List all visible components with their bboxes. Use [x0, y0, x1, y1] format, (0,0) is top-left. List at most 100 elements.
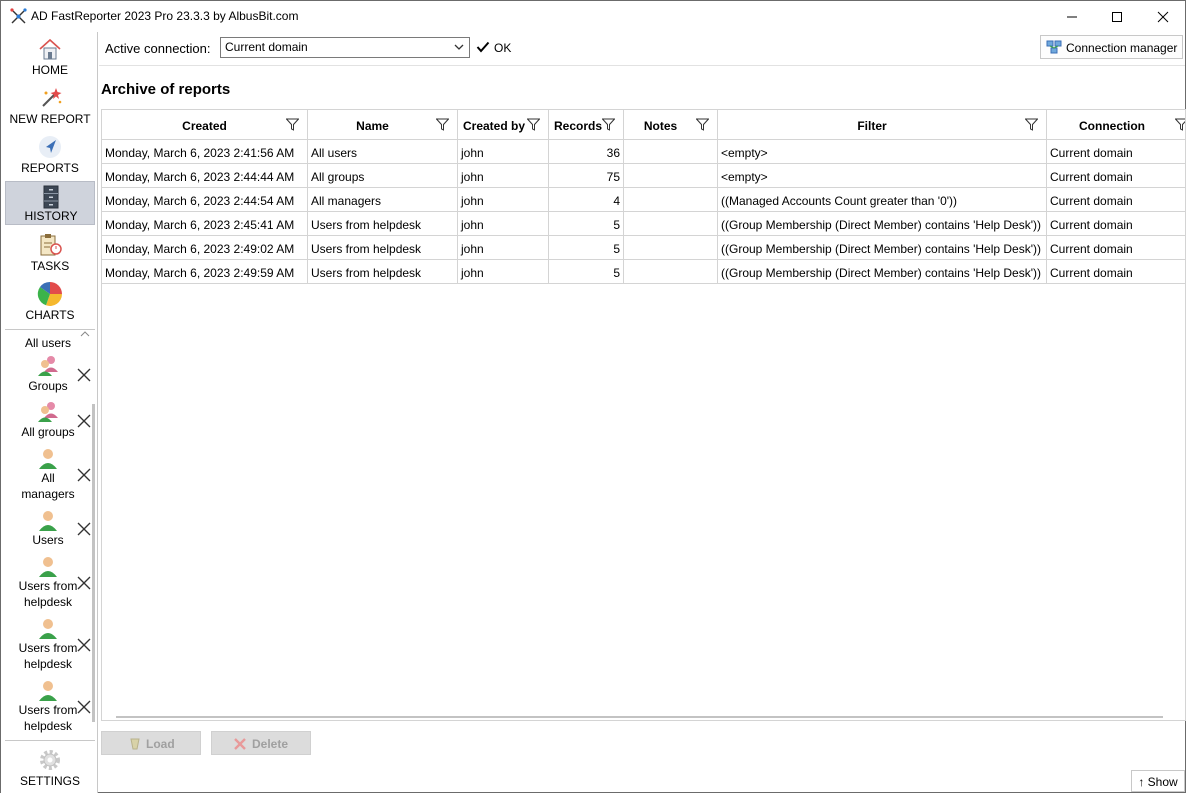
connection-selected-value: Current domain: [225, 40, 308, 54]
nav-settings[interactable]: SETTINGS: [5, 745, 95, 789]
close-report-icon[interactable]: [77, 576, 91, 590]
cell-created: Monday, March 6, 2023 2:41:56 AM: [102, 140, 308, 164]
open-reports-scrollbar[interactable]: [92, 404, 95, 722]
user-icon: [39, 619, 57, 639]
close-report-icon[interactable]: [77, 638, 91, 652]
open-report-label: All users: [24, 336, 71, 350]
cell-connection: Current domain: [1047, 236, 1185, 260]
nav-tasks[interactable]: TASKS: [5, 230, 95, 274]
close-report-icon[interactable]: [77, 368, 91, 382]
app-logo-icon: [10, 8, 27, 24]
cell-created-by: john: [458, 212, 549, 236]
filter-icon[interactable]: [436, 118, 449, 131]
sidebar-divider: [5, 740, 95, 741]
load-button[interactable]: Load: [101, 731, 201, 755]
user-icon: [39, 557, 57, 577]
column-header-filter[interactable]: Filter: [718, 110, 1047, 140]
chevron-up-icon[interactable]: [80, 331, 90, 337]
nav-charts-label: CHARTS: [25, 308, 75, 322]
page-title: Archive of reports: [101, 81, 231, 98]
cell-filter: ((Managed Accounts Count greater than '0…: [718, 188, 1047, 212]
minimize-button[interactable]: [1049, 1, 1095, 32]
app-window: AD FastReporter 2023 Pro 23.3.3 by Albus…: [0, 0, 1186, 793]
cell-connection: Current domain: [1047, 260, 1185, 284]
cell-name: All managers: [308, 188, 458, 212]
clipboard-clock-icon: [40, 234, 62, 256]
connection-manager-button[interactable]: Connection manager: [1040, 35, 1183, 59]
filter-icon[interactable]: [696, 118, 709, 131]
column-header-records[interactable]: Records: [549, 110, 624, 140]
cell-name: Users from helpdesk: [308, 212, 458, 236]
filter-icon[interactable]: [286, 118, 299, 131]
user-icon: [39, 449, 57, 469]
horizontal-scrollbar[interactable]: [116, 716, 1163, 718]
open-report-label: All groups: [21, 425, 75, 439]
connection-select[interactable]: Current domain: [220, 37, 470, 58]
nav-tasks-label: TASKS: [30, 259, 70, 273]
cell-created-by: john: [458, 236, 549, 260]
cell-records: 5: [549, 260, 624, 284]
open-report-label: Users: [32, 533, 64, 547]
close-report-icon[interactable]: [77, 700, 91, 714]
nav-settings-label: SETTINGS: [19, 774, 80, 788]
cell-created: Monday, March 6, 2023 2:49:02 AM: [102, 236, 308, 260]
table-row[interactable]: Monday, March 6, 2023 2:45:41 AM Users fr…: [102, 212, 1185, 236]
cell-connection: Current domain: [1047, 188, 1185, 212]
home-icon: [39, 38, 61, 60]
nav-reports-label: REPORTS: [21, 161, 79, 175]
delete-button[interactable]: Delete: [211, 731, 311, 755]
maximize-button[interactable]: [1094, 1, 1140, 32]
table-row[interactable]: Monday, March 6, 2023 2:41:56 AM All user…: [102, 140, 1185, 164]
table-row[interactable]: Monday, March 6, 2023 2:49:02 AM Users fr…: [102, 236, 1185, 260]
open-report-partial[interactable]: All users: [3, 335, 93, 351]
cell-created-by: john: [458, 164, 549, 188]
magic-wand-icon: [42, 88, 62, 107]
connection-manager-label: Connection manager: [1066, 41, 1178, 55]
table-row[interactable]: Monday, March 6, 2023 2:44:44 AM All grou…: [102, 164, 1185, 188]
filter-icon[interactable]: [1025, 118, 1038, 131]
nav-home-label: HOME: [32, 63, 68, 77]
filter-icon[interactable]: [527, 118, 540, 131]
archive-table: Created Name Created by Records Notes Fi…: [101, 109, 1186, 721]
nav-new-report[interactable]: NEW REPORT: [5, 83, 95, 127]
show-button[interactable]: ↑ Show: [1131, 770, 1185, 792]
navigation-arrow-icon: [39, 136, 61, 158]
user-icon: [39, 681, 57, 701]
sidebar-divider: [5, 329, 95, 330]
column-header-created[interactable]: Created: [102, 110, 308, 140]
connection-bar: Active connection: Current domain OK Con…: [99, 32, 1185, 66]
open-report-label: Groups: [28, 379, 68, 393]
close-report-icon[interactable]: [77, 414, 91, 428]
open-report-label-line2: helpdesk: [23, 595, 73, 609]
cell-notes: [624, 164, 718, 188]
sidebar: HOME NEW REPORT REPORTS HISTORY TASKS CH…: [1, 32, 98, 793]
title-bar: AD FastReporter 2023 Pro 23.3.3 by Albus…: [1, 1, 1185, 32]
connection-status: OK: [494, 41, 512, 55]
filter-icon[interactable]: [602, 118, 615, 131]
nav-home[interactable]: HOME: [5, 34, 95, 78]
cell-created-by: john: [458, 188, 549, 212]
cell-name: All groups: [308, 164, 458, 188]
close-window-button[interactable]: [1140, 1, 1186, 32]
close-report-icon[interactable]: [77, 522, 91, 536]
filter-icon[interactable]: [1175, 118, 1186, 131]
delete-icon: [234, 738, 246, 750]
column-header-connection[interactable]: Connection: [1047, 110, 1186, 140]
window-title: AD FastReporter 2023 Pro 23.3.3 by Albus…: [31, 9, 299, 23]
cell-records: 4: [549, 188, 624, 212]
nav-charts[interactable]: CHARTS: [5, 279, 95, 323]
column-header-notes[interactable]: Notes: [624, 110, 718, 140]
check-icon: [476, 41, 490, 53]
load-icon: [130, 738, 140, 750]
table-row[interactable]: Monday, March 6, 2023 2:44:54 AM All mana…: [102, 188, 1185, 212]
cell-name: Users from helpdesk: [308, 260, 458, 284]
close-report-icon[interactable]: [77, 468, 91, 482]
network-icon: [1046, 40, 1062, 54]
column-header-name[interactable]: Name: [308, 110, 458, 140]
cell-notes: [624, 260, 718, 284]
table-row[interactable]: Monday, March 6, 2023 2:49:59 AM Users fr…: [102, 260, 1185, 284]
nav-reports[interactable]: REPORTS: [5, 132, 95, 176]
nav-history[interactable]: HISTORY: [5, 181, 95, 225]
column-header-created-by[interactable]: Created by: [458, 110, 549, 140]
cell-records: 36: [549, 140, 624, 164]
